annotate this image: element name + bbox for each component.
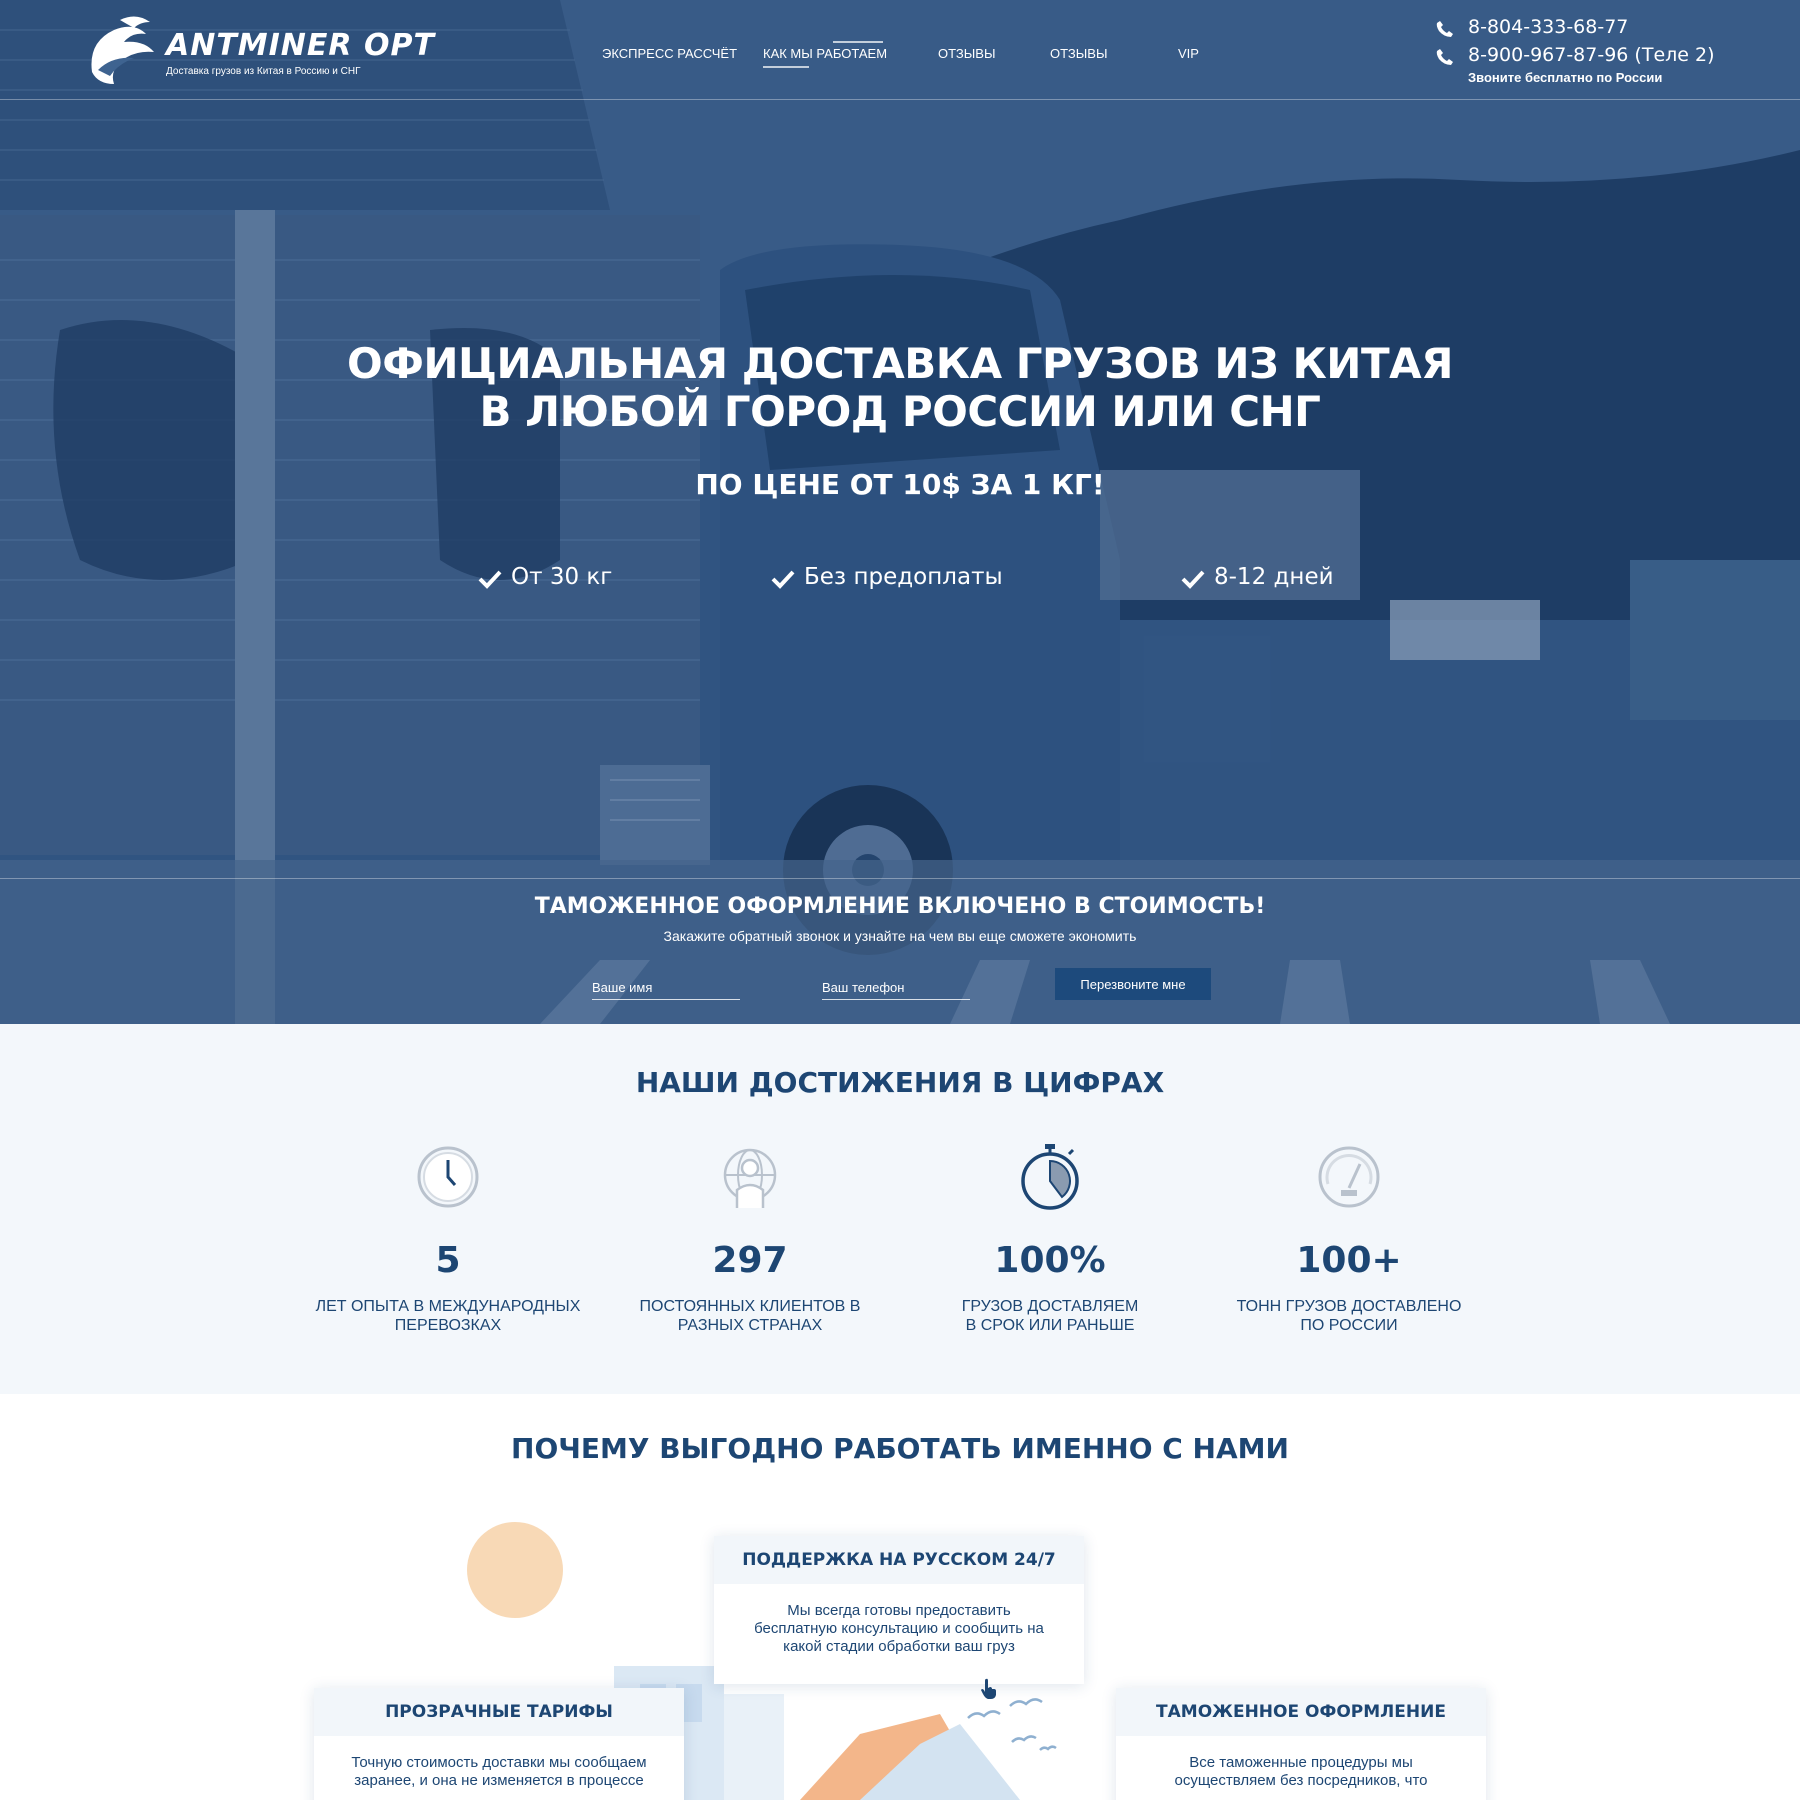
card-text-line-1: Мы всегда готовы предоставить	[787, 1602, 1011, 1619]
check-icon	[771, 570, 795, 589]
phone-number-2[interactable]: 8-900-967-87-96 (Теле 2)	[1468, 44, 1715, 66]
phone-icon	[1436, 49, 1453, 65]
check-icon	[478, 570, 502, 589]
card-text: Мы всегда готовы предоставить бесплатную…	[714, 1584, 1084, 1674]
stat-value: 5	[435, 1240, 461, 1281]
card-text-line-1: Все таможенные процедуры мы	[1189, 1754, 1413, 1771]
logo-name: ANTMINER OPT	[166, 28, 435, 63]
stat-label-line-1: ГРУЗОВ ДОСТАВЛЯЕМ	[961, 1298, 1139, 1315]
phone-free-call-note: Звоните бесплатно по России	[1468, 70, 1663, 85]
nav-vip[interactable]: VIP	[1178, 46, 1199, 61]
hero-price-subtitle: ПО ЦЕНЕ ОТ 10$ ЗА 1 КГ!	[695, 468, 1105, 501]
contact-phones: 8-804-333-68-77 8-900-967-87-96 (Теле 2)…	[1432, 14, 1792, 85]
card-text: Точную стоимость доставки мы сообщаем за…	[314, 1736, 684, 1800]
card-title: ПОДДЕРЖКА НА РУССКОМ 24/7	[714, 1536, 1084, 1584]
globe-person-icon	[723, 1148, 777, 1208]
stat-label-line-2: ПЕРЕВОЗКАХ	[394, 1317, 502, 1334]
card-transparent-tariffs: ПРОЗРАЧНЫЕ ТАРИФЫ Точную стоимость доста…	[314, 1688, 684, 1800]
card-text-line-2: осуществляем без посредников, что	[1174, 1772, 1428, 1789]
feature-label: 8-12 дней	[1214, 564, 1334, 590]
phone-row-2[interactable]: 8-900-967-87-96 (Теле 2)	[1432, 42, 1792, 70]
hand-cursor-icon	[981, 1678, 996, 1699]
nav-how-we-work[interactable]: КАК МЫ РАБОТАЕМ	[763, 41, 887, 68]
stopwatch-icon	[1021, 1144, 1079, 1210]
card-title: ПРОЗРАЧНЫЕ ТАРИФЫ	[314, 1688, 684, 1736]
phone-icon	[1436, 21, 1453, 37]
stat-label-line-1: ТОНН ГРУЗОВ ДОСТАВЛЕНО	[1236, 1298, 1462, 1315]
hero-title-line-1: ОФИЦИАЛЬНАЯ ДОСТАВКА ГРУЗОВ ИЗ КИТАЯ	[347, 339, 1453, 388]
stat-experience: 5 ЛЕТ ОПЫТА В МЕЖДУНАРОДНЫХ ПЕРЕВОЗКАХ	[308, 1142, 588, 1335]
stat-value: 297	[712, 1240, 788, 1281]
name-input[interactable]	[592, 976, 740, 1000]
feature-label: Без предоплаты	[804, 564, 1003, 590]
stat-label-line-2: ПО РОССИИ	[1300, 1317, 1398, 1334]
card-text-line-2: бесплатную консультацию и сообщить на	[754, 1620, 1044, 1637]
nav-express-calculation[interactable]: ЭКСПРЕСС РАССЧЁТ	[602, 46, 737, 61]
nav-reviews-2[interactable]: ОТЗЫВЫ	[1050, 46, 1107, 61]
phone-input[interactable]	[822, 976, 970, 1000]
card-text: Все таможенные процедуры мы осуществляем…	[1116, 1736, 1486, 1800]
card-text-line-1: Точную стоимость доставки мы сообщаем	[351, 1754, 647, 1771]
hero-title-line-2: В ЛЮБОЙ ГОРОД РОССИИ ИЛИ СНГ	[479, 387, 1321, 436]
stat-label: ТОНН ГРУЗОВ ДОСТАВЛЕНО ПО РОССИИ	[1209, 1297, 1489, 1335]
hero-overlay	[0, 0, 1800, 1024]
stat-label: ПОСТОЯННЫХ КЛИЕНТОВ В РАЗНЫХ СТРАНАХ	[610, 1297, 890, 1335]
stat-clients: 297 ПОСТОЯННЫХ КЛИЕНТОВ В РАЗНЫХ СТРАНАХ	[610, 1142, 890, 1335]
clock-icon	[417, 1146, 479, 1208]
speedometer-icon	[1318, 1146, 1380, 1208]
card-text-line-2: заранее, и она не изменяется в процессе	[354, 1772, 644, 1789]
stat-label-line-1: ПОСТОЯННЫХ КЛИЕНТОВ В	[639, 1298, 861, 1315]
logo-tagline: Доставка грузов из Китая в Россию и СНГ	[166, 66, 361, 77]
nav-reviews[interactable]: ОТЗЫВЫ	[938, 46, 995, 61]
card-customs-clearance: ТАМОЖЕННОЕ ОФОРМЛЕНИЕ Все таможенные про…	[1116, 1688, 1486, 1800]
stat-on-time: 100% ГРУЗОВ ДОСТАВЛЯЕМ В СРОК ИЛИ РАНЬШЕ	[910, 1142, 1190, 1335]
card-support-24-7: ПОДДЕРЖКА НА РУССКОМ 24/7 Мы всегда гото…	[714, 1536, 1084, 1684]
why-us-title: ПОЧЕМУ ВЫГОДНО РАБОТАТЬ ИМЕННО С НАМИ	[511, 1432, 1289, 1465]
stat-label-line-2: РАЗНЫХ СТРАНАХ	[677, 1317, 823, 1334]
card-title: ТАМОЖЕННОЕ ОФОРМЛЕНИЕ	[1116, 1688, 1486, 1736]
stat-label: ГРУЗОВ ДОСТАВЛЯЕМ В СРОК ИЛИ РАНЬШЕ	[910, 1297, 1190, 1335]
hero-divider	[0, 878, 1800, 879]
callback-button[interactable]: Перезвоните мне	[1055, 968, 1211, 1000]
phone-row-1[interactable]: 8-804-333-68-77	[1432, 14, 1792, 42]
achievements-section: НАШИ ДОСТИЖЕНИЯ В ЦИФРАХ 5 ЛЕТ ОПЫТА В М…	[0, 1024, 1800, 1394]
why-us-section: ПОЧЕМУ ВЫГОДНО РАБОТАТЬ ИМЕННО С НАМИ ПО…	[0, 1394, 1800, 1800]
top-navigation-bar: ANTMINER OPT Доставка грузов из Китая в …	[0, 0, 1800, 100]
card-text-line-3: какой стадии обработки ваш груз	[783, 1638, 1015, 1655]
hero-title: ОФИЦИАЛЬНАЯ ДОСТАВКА ГРУЗОВ ИЗ КИТАЯ В Л…	[300, 340, 1500, 436]
stat-value: 100%	[994, 1240, 1106, 1281]
stat-label: ЛЕТ ОПЫТА В МЕЖДУНАРОДНЫХ ПЕРЕВОЗКАХ	[308, 1297, 588, 1335]
stat-tonnage: 100+ ТОНН ГРУЗОВ ДОСТАВЛЕНО ПО РОССИИ	[1209, 1142, 1489, 1335]
achievements-title: НАШИ ДОСТИЖЕНИЯ В ЦИФРАХ	[635, 1066, 1165, 1099]
phone-number-1[interactable]: 8-804-333-68-77	[1468, 16, 1628, 38]
stat-label-line-2: В СРОК ИЛИ РАНЬШЕ	[965, 1317, 1135, 1334]
site-logo[interactable]: ANTMINER OPT Доставка грузов из Китая в …	[84, 12, 434, 88]
callback-subtitle: Закажите обратный звонок и узнайте на че…	[663, 928, 1137, 944]
check-icon	[1181, 570, 1205, 589]
stat-value: 100+	[1296, 1240, 1402, 1281]
hero-section: ANTMINER OPT Доставка грузов из Китая в …	[0, 0, 1800, 1024]
feature-label: От 30 кг	[511, 564, 613, 590]
stat-label-line-1: ЛЕТ ОПЫТА В МЕЖДУНАРОДНЫХ	[315, 1298, 581, 1315]
logo-wave-icon	[91, 16, 154, 84]
customs-included-title: ТАМОЖЕННОЕ ОФОРМЛЕНИЕ ВКЛЮЧЕНО В СТОИМОС…	[534, 894, 1266, 919]
